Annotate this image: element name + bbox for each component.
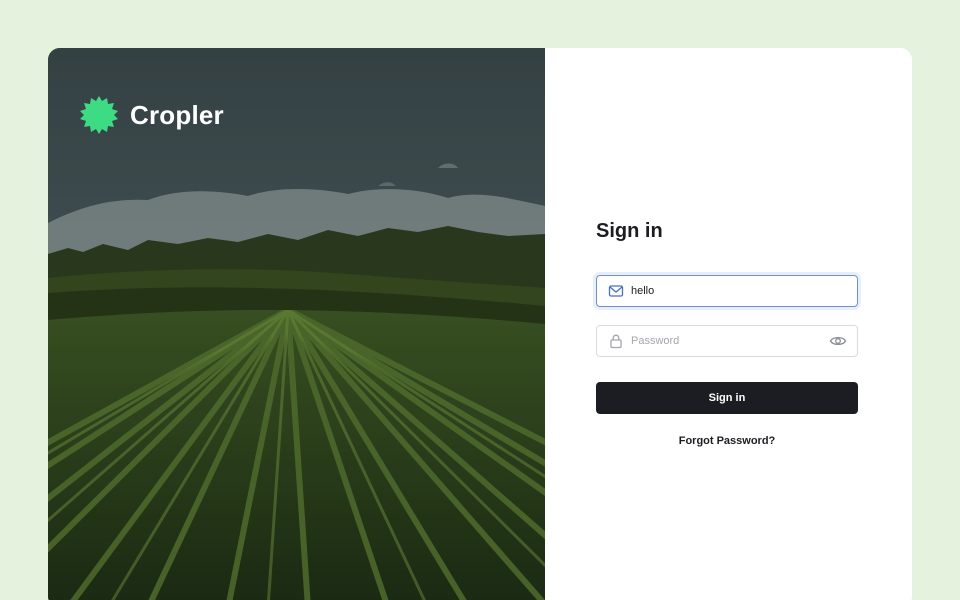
- hero-image: Cropler: [48, 48, 545, 600]
- logo-icon: [80, 96, 118, 134]
- brand: Cropler: [80, 96, 224, 134]
- email-field[interactable]: [596, 275, 858, 307]
- sign-in-button[interactable]: Sign in: [596, 382, 858, 414]
- sign-in-form: Sign in hello Sign in Forgot Password?: [596, 220, 858, 447]
- email-input[interactable]: [631, 285, 847, 297]
- login-card: Cropler Sign in hello Sign in Forgot Pas…: [48, 48, 912, 600]
- form-title: Sign in: [596, 220, 663, 242]
- forgot-password-link[interactable]: Forgot Password?: [596, 435, 858, 447]
- mail-icon: [607, 282, 625, 300]
- lock-icon: [607, 332, 625, 350]
- brand-name: Cropler: [130, 99, 224, 130]
- sign-in-panel: Sign in hello Sign in Forgot Password?: [545, 48, 912, 600]
- eye-icon[interactable]: [829, 332, 847, 350]
- password-field[interactable]: [596, 325, 858, 357]
- password-input[interactable]: [631, 335, 829, 347]
